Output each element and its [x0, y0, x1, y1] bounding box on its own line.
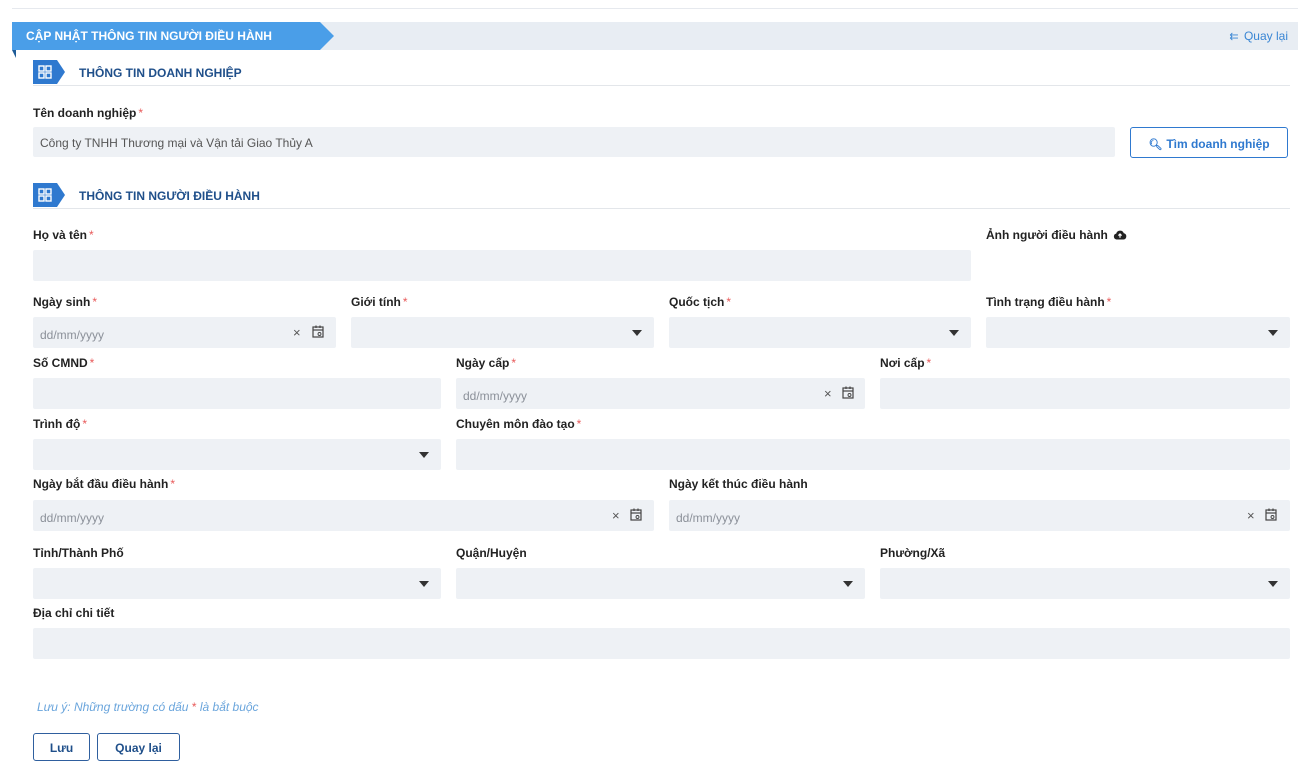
- end-date-label: Ngày kết thúc điều hành: [669, 477, 808, 491]
- section-badge: [33, 183, 65, 207]
- chevron-down-icon[interactable]: [949, 330, 959, 336]
- double-arrow-left-icon: ⇇: [1229, 31, 1239, 43]
- district-label: Quận/Huyện: [456, 546, 527, 560]
- dob-datepicker[interactable]: dd/mm/yyyy ×: [33, 317, 336, 348]
- calendar-icon[interactable]: [1265, 508, 1277, 521]
- chevron-down-icon[interactable]: [1268, 330, 1278, 336]
- chevron-down-icon[interactable]: [843, 581, 853, 587]
- status-label: Tình trạng điều hành *: [986, 295, 1112, 309]
- issue-date-label: Ngày cấp *: [456, 356, 517, 370]
- chevron-down-icon[interactable]: [1268, 581, 1278, 587]
- province-select[interactable]: [33, 568, 441, 599]
- gender-label: Giới tính *: [351, 295, 408, 309]
- full-name-label: Họ và tên *: [33, 228, 94, 242]
- calendar-icon[interactable]: [842, 386, 854, 399]
- address-label: Địa chỉ chi tiết: [33, 606, 115, 620]
- section-company-title: THÔNG TIN DOANH NGHIỆP: [79, 66, 242, 80]
- section-operator-title: THÔNG TIN NGƯỜI ĐIỀU HÀNH: [79, 189, 260, 203]
- chevron-down-icon[interactable]: [419, 581, 429, 587]
- district-select[interactable]: [456, 568, 865, 599]
- status-select[interactable]: [986, 317, 1290, 348]
- calendar-icon[interactable]: [630, 508, 642, 521]
- start-date-label: Ngày bắt đầu điều hành *: [33, 477, 176, 491]
- page-title: CẬP NHẬT THÔNG TIN NGƯỜI ĐIỀU HÀNH: [26, 29, 272, 43]
- required-note: Lưu ý: Những trường có dấu * là bắt buộc: [37, 700, 259, 714]
- calendar-icon[interactable]: [312, 325, 324, 338]
- clear-icon[interactable]: ×: [824, 386, 832, 401]
- photo-label: Ảnh người điều hành: [986, 228, 1108, 242]
- dob-label: Ngày sinh *: [33, 295, 98, 309]
- issue-place-input[interactable]: [880, 378, 1290, 409]
- find-company-button[interactable]: 🔍︎ Tìm doanh nghiệp: [1130, 127, 1288, 158]
- province-label: Tỉnh/Thành Phố: [33, 546, 124, 560]
- major-input[interactable]: [456, 439, 1290, 470]
- issue-place-label: Nơi cấp *: [880, 356, 932, 370]
- ward-label: Phường/Xã: [880, 546, 946, 560]
- back-link-label: Quay lại: [1243, 29, 1288, 43]
- top-divider: [12, 8, 1298, 9]
- gender-select[interactable]: [351, 317, 654, 348]
- education-select[interactable]: [33, 439, 441, 470]
- clear-icon[interactable]: ×: [1247, 508, 1255, 523]
- full-name-input[interactable]: [33, 250, 971, 281]
- education-label: Trình độ *: [33, 417, 87, 431]
- dashboard-icon: [38, 188, 52, 202]
- clear-icon[interactable]: ×: [612, 508, 620, 523]
- section-operator: THÔNG TIN NGƯỜI ĐIỀU HÀNH: [33, 183, 1290, 209]
- id-number-input[interactable]: [33, 378, 441, 409]
- id-number-label: Số CMND *: [33, 356, 95, 370]
- cloud-upload-icon[interactable]: [1113, 229, 1127, 240]
- photo-upload[interactable]: Ảnh người điều hành: [986, 228, 1127, 242]
- search-icon: 🔍︎: [1148, 139, 1163, 151]
- section-company: THÔNG TIN DOANH NGHIỆP: [33, 60, 1290, 86]
- company-name-value: Công ty TNHH Thương mại và Vận tải Giao …: [40, 136, 313, 150]
- end-date-datepicker[interactable]: dd/mm/yyyy ×: [669, 500, 1290, 531]
- company-name-label: Tên doanh nghiệp *: [33, 106, 143, 120]
- dashboard-icon: [38, 65, 52, 79]
- section-badge: [33, 60, 65, 84]
- company-name-field[interactable]: Công ty TNHH Thương mại và Vận tải Giao …: [33, 127, 1115, 157]
- ribbon-fold: [12, 50, 16, 58]
- nationality-select[interactable]: [669, 317, 971, 348]
- issue-date-datepicker[interactable]: dd/mm/yyyy ×: [456, 378, 865, 409]
- back-link[interactable]: ⇇ Quay lại: [1229, 29, 1288, 43]
- major-label: Chuyên môn đào tạo *: [456, 417, 582, 431]
- chevron-down-icon[interactable]: [632, 330, 642, 336]
- page-header: CẬP NHẬT THÔNG TIN NGƯỜI ĐIỀU HÀNH ⇇ Qua…: [12, 22, 1298, 58]
- save-button[interactable]: Lưu: [33, 733, 90, 761]
- start-date-datepicker[interactable]: dd/mm/yyyy ×: [33, 500, 654, 531]
- chevron-down-icon[interactable]: [419, 452, 429, 458]
- nationality-label: Quốc tịch *: [669, 295, 732, 309]
- address-input[interactable]: [33, 628, 1290, 659]
- ward-select[interactable]: [880, 568, 1290, 599]
- back-button[interactable]: Quay lại: [97, 733, 180, 761]
- clear-icon[interactable]: ×: [293, 325, 301, 340]
